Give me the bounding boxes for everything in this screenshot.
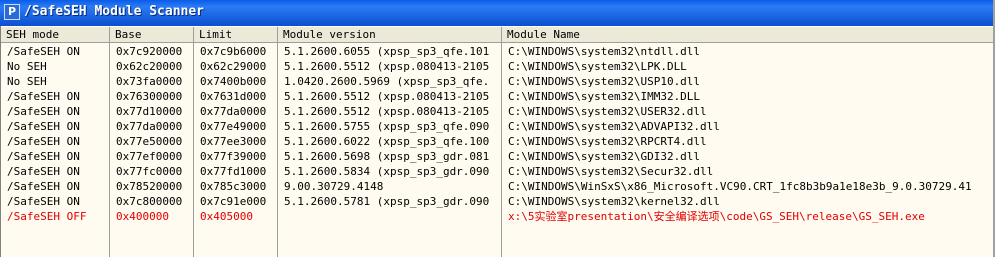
table-row[interactable]: No SEH 0x73fa0000 0x7400b000 1.0420.2600… <box>1 74 995 89</box>
seh-mode-cell: /SafeSEH ON <box>7 120 80 133</box>
table-row[interactable]: /SafeSEH ON 0x77fc0000 0x77fd1000 5.1.26… <box>1 164 995 179</box>
seh-mode-cell: /SafeSEH ON <box>7 90 80 103</box>
module-name-cell: C:\WINDOWS\system32\RPCRT4.dll <box>508 135 707 148</box>
seh-mode-cell: /SafeSEH ON <box>7 180 80 193</box>
table-row[interactable]: /SafeSEH ON 0x76300000 0x7631d000 5.1.26… <box>1 89 995 104</box>
limit-cell: 0x62c29000 <box>200 60 267 73</box>
seh-mode-cell: /SafeSEH ON <box>7 165 80 178</box>
module-name-cell: C:\WINDOWS\system32\ntdll.dll <box>508 45 701 58</box>
limit-cell: 0x7c9b6000 <box>200 45 267 58</box>
table-body: /SafeSEH ON 0x7c920000 0x7c9b6000 5.1.26… <box>1 44 995 224</box>
base-cell: 0x400000 <box>116 210 169 223</box>
module-version-cell: 5.1.2600.5512 (xpsp.080413-2105 <box>284 90 490 103</box>
limit-cell: 0x77fd1000 <box>200 165 267 178</box>
module-version-cell: 5.1.2600.5781 (xpsp_sp3_gdr.090 <box>284 195 490 208</box>
seh-mode-cell: No SEH <box>7 75 47 88</box>
limit-cell: 0x785c3000 <box>200 180 267 193</box>
module-name-cell: C:\WINDOWS\system32\LPK.DLL <box>508 60 687 73</box>
table-row-highlighted[interactable]: /SafeSEH OFF 0x400000 0x405000 x:\5实验室pr… <box>1 209 995 224</box>
module-name-cell: C:\WINDOWS\system32\kernel32.dll <box>508 195 720 208</box>
module-scanner-window: P /SafeSEH Module Scanner SEH mode Base … <box>0 0 995 257</box>
base-cell: 0x7c920000 <box>116 45 183 58</box>
module-version-cell <box>278 209 501 224</box>
seh-mode-cell: /SafeSEH ON <box>7 45 80 58</box>
limit-cell: 0x7c91e000 <box>200 195 267 208</box>
module-version-cell: 5.1.2600.5755 (xpsp_sp3_qfe.090 <box>284 120 490 133</box>
column-header-module-version[interactable]: Module version <box>278 27 502 43</box>
table-row[interactable]: /SafeSEH ON 0x77ef0000 0x77f39000 5.1.26… <box>1 149 995 164</box>
seh-mode-cell: No SEH <box>7 60 47 73</box>
limit-cell: 0x7400b000 <box>200 75 267 88</box>
base-cell: 0x73fa0000 <box>116 75 183 88</box>
limit-cell: 0x405000 <box>200 210 253 223</box>
seh-mode-cell: /SafeSEH ON <box>7 150 80 163</box>
module-name-cell: x:\5实验室presentation\安全编译选项\code\GS_SEH\r… <box>508 210 925 223</box>
table-row[interactable]: /SafeSEH ON 0x77e50000 0x77ee3000 5.1.26… <box>1 134 995 149</box>
module-version-cell: 5.1.2600.6055 (xpsp_sp3_qfe.101 <box>284 45 490 58</box>
base-cell: 0x77e50000 <box>116 135 183 148</box>
limit-cell: 0x77e49000 <box>200 120 267 133</box>
module-name-cell: C:\WINDOWS\system32\USER32.dll <box>508 105 707 118</box>
module-version-cell: 5.1.2600.5834 (xpsp_sp3_gdr.090 <box>284 165 490 178</box>
window-title: /SafeSEH Module Scanner <box>24 4 205 19</box>
limit-cell: 0x77da0000 <box>200 105 267 118</box>
base-cell: 0x77da0000 <box>116 120 183 133</box>
limit-cell: 0x77ee3000 <box>200 135 267 148</box>
seh-mode-cell: /SafeSEH ON <box>7 135 80 148</box>
module-name-cell: C:\WINDOWS\WinSxS\x86_Microsoft.VC90.CRT… <box>508 180 972 193</box>
module-table: SEH mode Base Limit Module version Modul… <box>0 26 995 257</box>
module-name-cell: C:\WINDOWS\system32\ADVAPI32.dll <box>508 120 720 133</box>
column-header-module-name[interactable]: Module Name <box>502 27 995 43</box>
module-version-cell: 5.1.2600.6022 (xpsp_sp3_qfe.100 <box>284 135 490 148</box>
base-cell: 0x77fc0000 <box>116 165 183 178</box>
base-cell: 0x77d10000 <box>116 105 183 118</box>
module-version-cell: 1.0420.2600.5969 (xpsp_sp3_qfe. <box>284 75 490 88</box>
base-cell: 0x7c800000 <box>116 195 183 208</box>
table-row[interactable]: /SafeSEH ON 0x78520000 0x785c3000 9.00.3… <box>1 179 995 194</box>
table-row[interactable]: /SafeSEH ON 0x7c920000 0x7c9b6000 5.1.26… <box>1 44 995 59</box>
module-name-cell: C:\WINDOWS\system32\USP10.dll <box>508 75 701 88</box>
column-header-base[interactable]: Base <box>110 27 194 43</box>
base-cell: 0x77ef0000 <box>116 150 183 163</box>
module-name-cell: C:\WINDOWS\system32\Secur32.dll <box>508 165 714 178</box>
seh-mode-cell: /SafeSEH ON <box>7 105 80 118</box>
table-header: SEH mode Base Limit Module version Modul… <box>1 26 995 43</box>
seh-mode-cell: /SafeSEH ON <box>7 195 80 208</box>
table-row[interactable]: No SEH 0x62c20000 0x62c29000 5.1.2600.55… <box>1 59 995 74</box>
module-name-cell: C:\WINDOWS\system32\GDI32.dll <box>508 150 701 163</box>
title-bar[interactable]: P /SafeSEH Module Scanner <box>0 0 995 27</box>
column-header-seh-mode[interactable]: SEH mode <box>1 27 110 43</box>
seh-mode-cell: /SafeSEH OFF <box>7 210 87 223</box>
base-cell: 0x76300000 <box>116 90 183 103</box>
module-version-cell: 5.1.2600.5698 (xpsp_sp3_gdr.081 <box>284 150 490 163</box>
column-header-limit[interactable]: Limit <box>194 27 278 43</box>
base-cell: 0x78520000 <box>116 180 183 193</box>
table-row[interactable]: /SafeSEH ON 0x77da0000 0x77e49000 5.1.26… <box>1 119 995 134</box>
limit-cell: 0x77f39000 <box>200 150 267 163</box>
app-icon[interactable]: P <box>4 4 20 20</box>
table-row[interactable]: /SafeSEH ON 0x7c800000 0x7c91e000 5.1.26… <box>1 194 995 209</box>
module-version-cell: 9.00.30729.4148 <box>284 180 384 193</box>
base-cell: 0x62c20000 <box>116 60 183 73</box>
table-row[interactable]: /SafeSEH ON 0x77d10000 0x77da0000 5.1.26… <box>1 104 995 119</box>
module-version-cell: 5.1.2600.5512 (xpsp.080413-2105 <box>284 60 490 73</box>
limit-cell: 0x7631d000 <box>200 90 267 103</box>
module-version-cell: 5.1.2600.5512 (xpsp.080413-2105 <box>284 105 490 118</box>
module-name-cell: C:\WINDOWS\system32\IMM32.DLL <box>508 90 701 103</box>
